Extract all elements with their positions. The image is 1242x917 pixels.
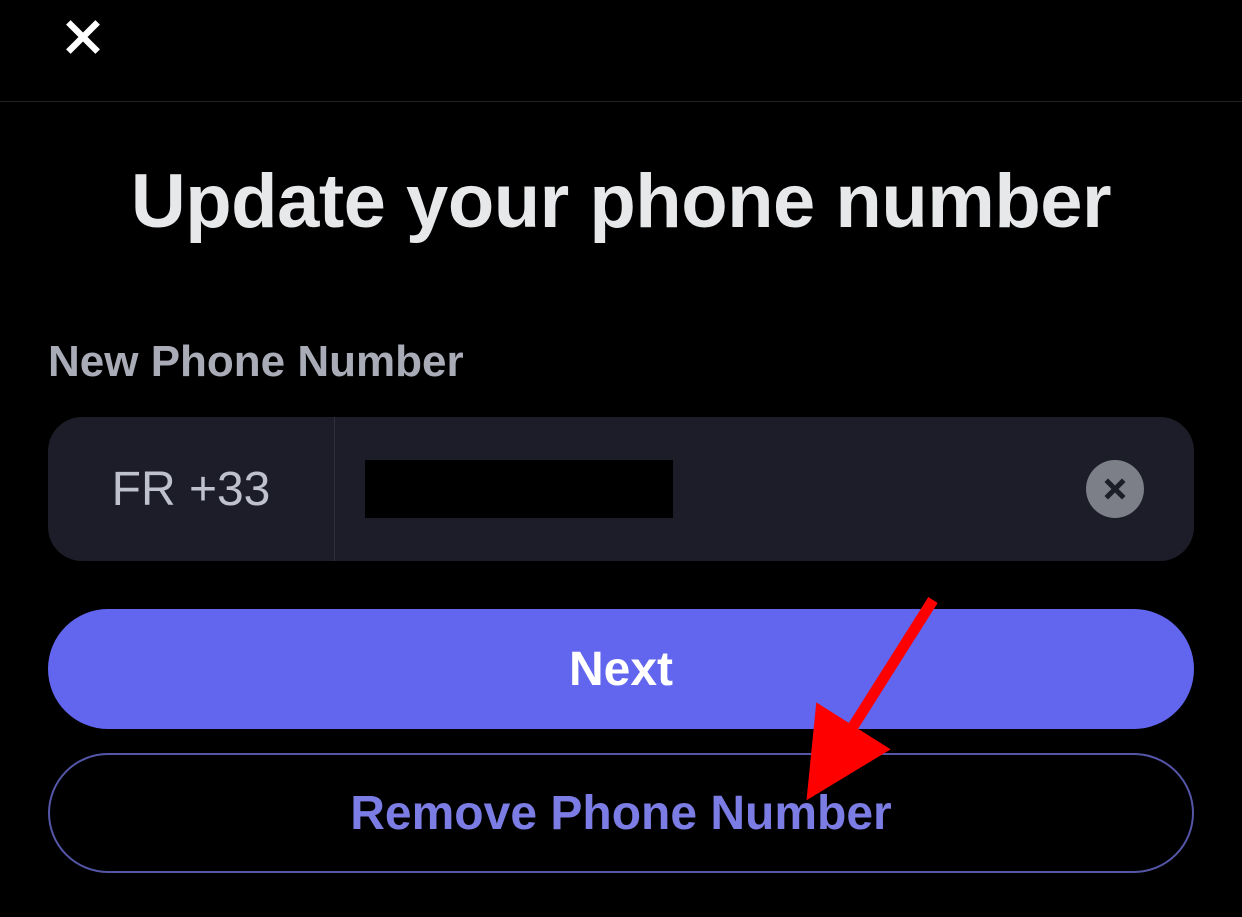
phone-number-redacted	[365, 460, 673, 518]
phone-number-input[interactable]	[335, 417, 1194, 561]
close-icon	[61, 15, 105, 59]
next-button[interactable]: Next	[48, 609, 1194, 729]
phone-input-container: FR +33	[48, 417, 1194, 561]
close-button[interactable]	[60, 14, 106, 60]
main-content: Update your phone number New Phone Numbe…	[0, 158, 1242, 873]
clear-icon	[1100, 474, 1130, 504]
phone-label: New Phone Number	[48, 337, 1194, 387]
header-bar	[0, 0, 1242, 102]
page-title: Update your phone number	[48, 158, 1194, 245]
clear-button[interactable]	[1086, 460, 1144, 518]
country-code-selector[interactable]: FR +33	[48, 417, 335, 561]
country-code-text: FR +33	[112, 462, 271, 517]
remove-button[interactable]: Remove Phone Number	[48, 753, 1194, 873]
